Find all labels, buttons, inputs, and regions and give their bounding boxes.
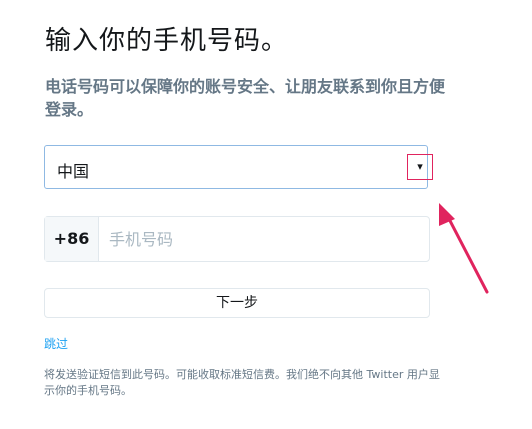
annotation-arrow-icon: [439, 203, 489, 294]
page-subtitle: 电话号码可以保障你的账号安全、让朋友联系到你且方便登录。: [45, 77, 446, 119]
country-select[interactable]: 中国 ▾: [44, 145, 433, 189]
skip-link[interactable]: 跳过: [44, 335, 68, 352]
phone-number-input[interactable]: [99, 217, 429, 261]
phone-input-group: +86: [44, 216, 430, 262]
phone-setup-page: 输入你的手机号码。 电话号码可以保障你的账号安全、让朋友联系到你且方便登录。 中…: [0, 0, 532, 429]
disclaimer-text: 将发送验证短信到此号码。可能收取标准短信费。我们绝不向其他 Twitter 用户…: [44, 368, 440, 397]
next-button[interactable]: 下一步: [44, 288, 430, 318]
country-code-label: +86: [45, 217, 99, 261]
page-title: 输入你的手机号码。: [45, 26, 289, 56]
chevron-down-icon[interactable]: ▾: [407, 154, 433, 180]
country-select-value: 中国: [57, 162, 90, 181]
